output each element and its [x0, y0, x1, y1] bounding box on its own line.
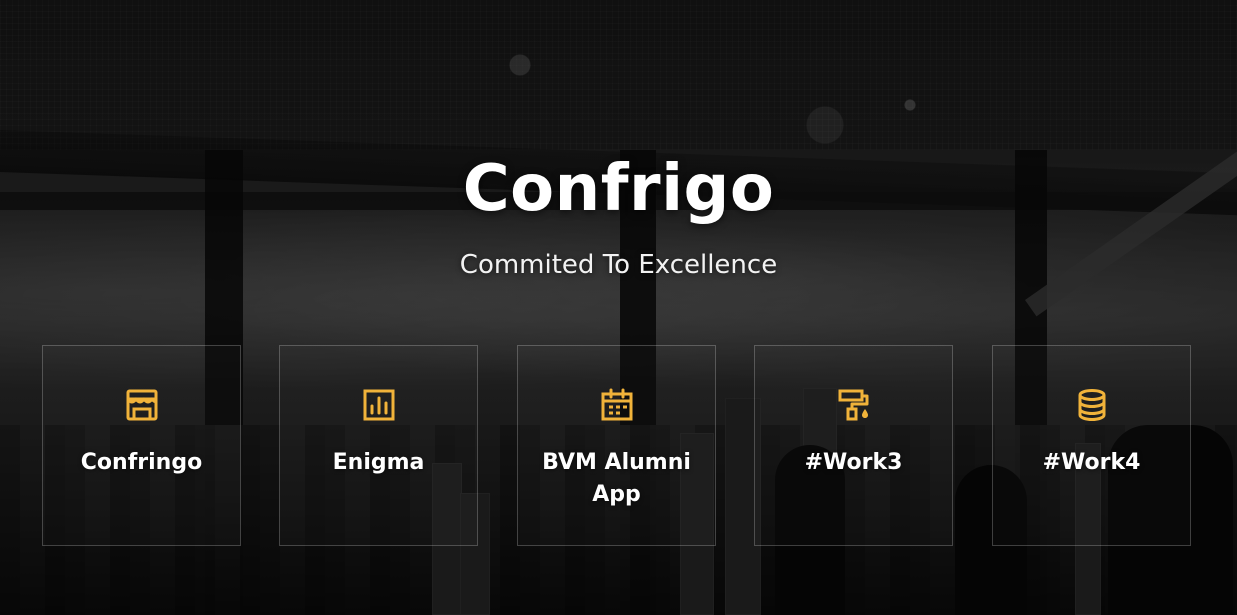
- database-icon: [1074, 387, 1110, 423]
- project-card-label: #Work4: [1042, 450, 1141, 475]
- project-card-label: BVM Alumni App: [542, 450, 691, 507]
- project-card-confringo[interactable]: Confringo: [42, 345, 241, 546]
- bar-chart-icon: [361, 387, 397, 423]
- tagline: Commited To Excellence: [459, 250, 778, 280]
- paint-roller-icon: [836, 387, 872, 423]
- project-card-work3[interactable]: #Work3: [754, 345, 953, 546]
- project-cards: Confringo Enigma BVM Alumni App #Work3 #…: [42, 345, 1192, 546]
- project-card-label: #Work3: [804, 450, 903, 475]
- storefront-icon: [124, 387, 160, 423]
- project-card-label: Confringo: [80, 450, 203, 475]
- project-card-label: Enigma: [332, 450, 425, 475]
- calendar-icon: [599, 387, 635, 423]
- project-card-enigma[interactable]: Enigma: [279, 345, 478, 546]
- hero-section: Confrigo Commited To Excellence Confring…: [0, 0, 1237, 615]
- project-card-bvm-alumni-app[interactable]: BVM Alumni App: [517, 345, 716, 546]
- project-card-work4[interactable]: #Work4: [992, 345, 1191, 546]
- page-title: Confrigo: [462, 152, 775, 226]
